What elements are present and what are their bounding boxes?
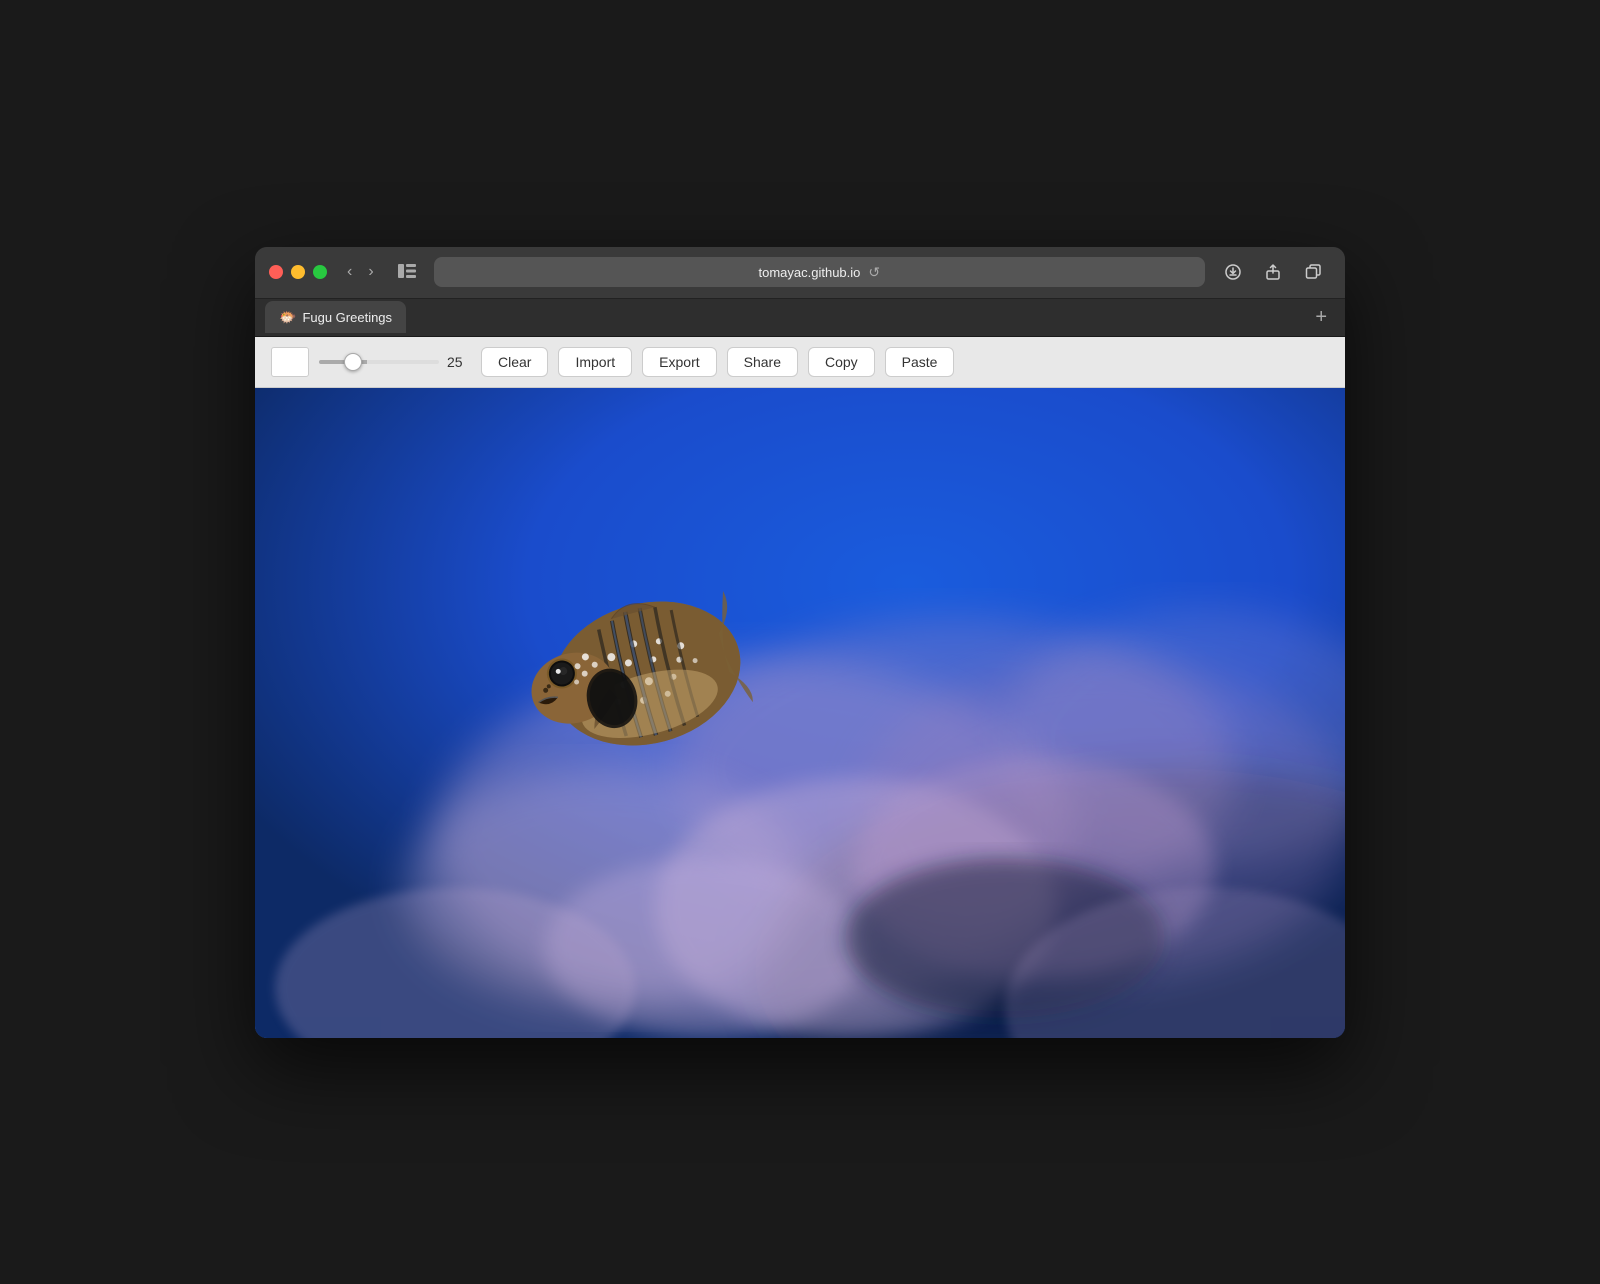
browser-action-buttons	[1215, 257, 1331, 287]
active-tab[interactable]: 🐡 Fugu Greetings	[265, 301, 406, 333]
download-button[interactable]	[1215, 257, 1251, 287]
share-button[interactable]	[1255, 257, 1291, 287]
address-bar[interactable]: tomayac.github.io ↺	[434, 257, 1205, 287]
reload-button[interactable]: ↺	[868, 264, 880, 281]
export-button[interactable]: Export	[642, 347, 716, 377]
tab-bar: 🐡 Fugu Greetings +	[255, 299, 1345, 337]
tab-favicon: 🐡	[279, 309, 296, 326]
duplicate-tab-button[interactable]	[1295, 257, 1331, 287]
maximize-button[interactable]	[313, 265, 327, 279]
traffic-lights	[269, 265, 327, 279]
fish-scene-svg	[255, 388, 1345, 1038]
title-bar: ‹ › tomayac.github.io ↺	[255, 247, 1345, 299]
sidebar-toggle-button[interactable]	[390, 258, 424, 287]
clear-button[interactable]: Clear	[481, 347, 548, 377]
back-button[interactable]: ‹	[341, 259, 358, 285]
tab-title: Fugu Greetings	[302, 310, 392, 325]
brush-size-value: 25	[447, 354, 471, 370]
brush-size-slider[interactable]	[319, 360, 439, 364]
share-drawing-button[interactable]: Share	[727, 347, 798, 377]
copy-button[interactable]: Copy	[808, 347, 875, 377]
nav-buttons: ‹ ›	[341, 259, 380, 285]
import-button[interactable]: Import	[558, 347, 632, 377]
paste-button[interactable]: Paste	[885, 347, 955, 377]
new-tab-button[interactable]: +	[1307, 303, 1335, 331]
color-picker[interactable]	[271, 347, 309, 377]
forward-button[interactable]: ›	[362, 259, 379, 285]
browser-window: ‹ › tomayac.github.io ↺	[255, 247, 1345, 1038]
url-text: tomayac.github.io	[759, 265, 861, 280]
brush-size-control: 25	[319, 354, 471, 370]
app-toolbar: 25 Clear Import Export Share Copy Paste	[255, 337, 1345, 388]
close-button[interactable]	[269, 265, 283, 279]
minimize-button[interactable]	[291, 265, 305, 279]
drawing-canvas[interactable]	[255, 388, 1345, 1038]
